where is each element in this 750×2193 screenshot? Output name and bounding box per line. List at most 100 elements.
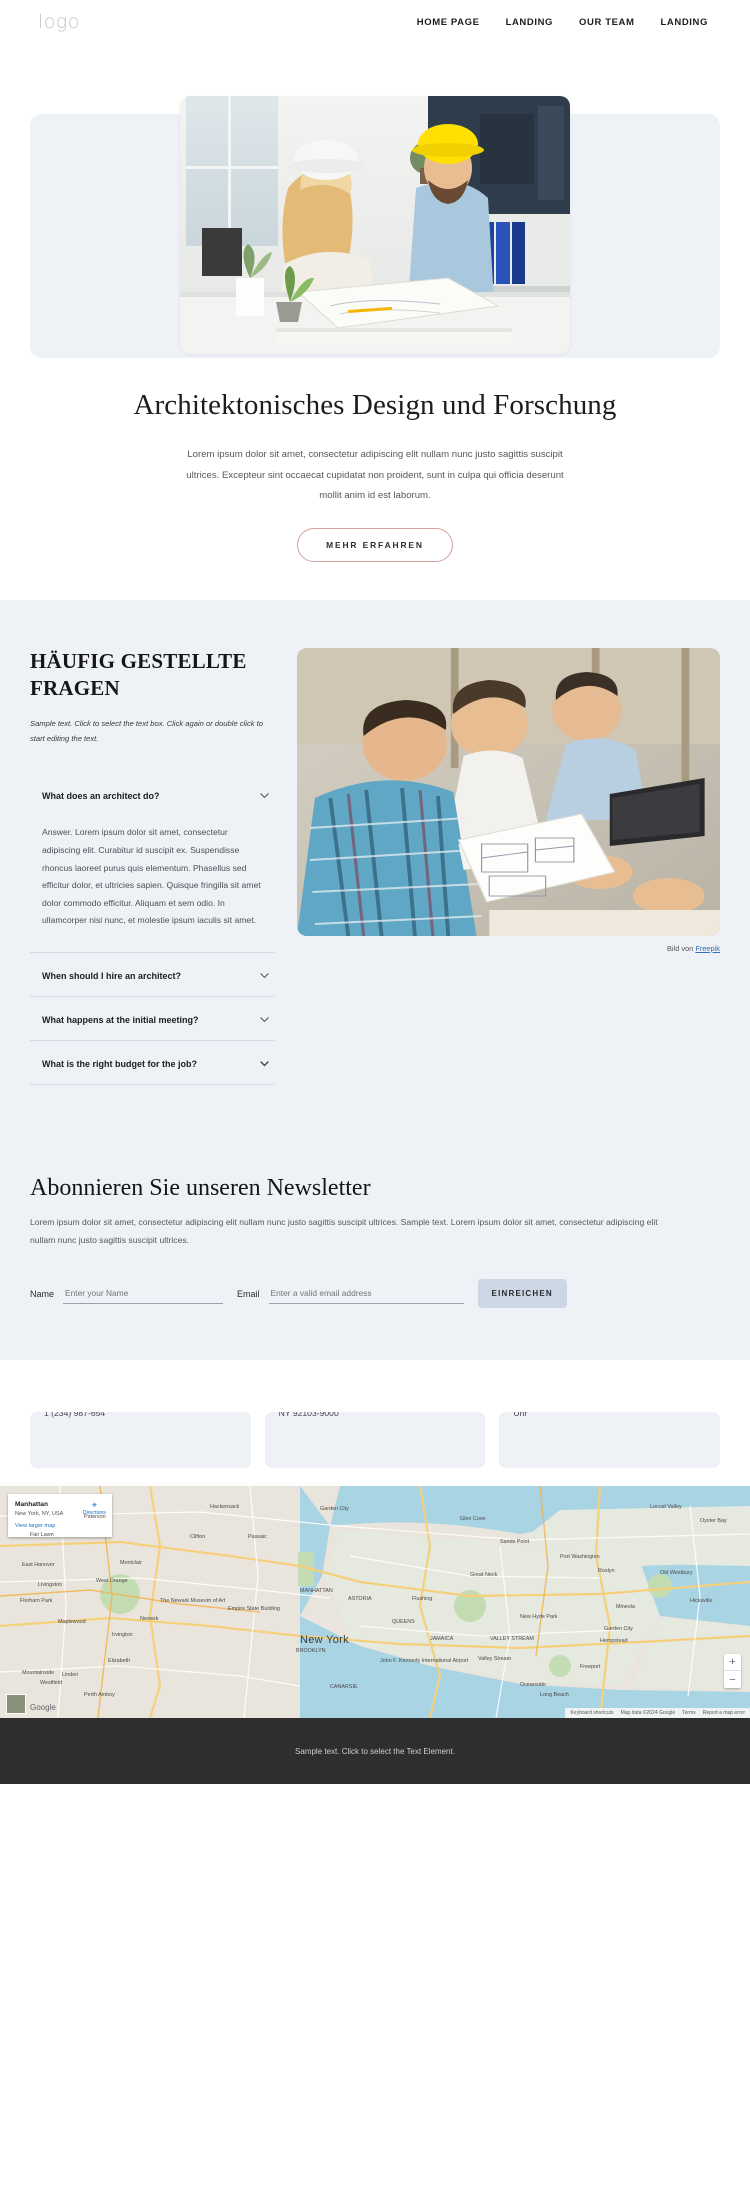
contact-cards: 1 (234) 987-654 NY 92103-9000 Uhr [30, 1412, 721, 1469]
map-label: Clifton [190, 1534, 206, 1541]
map-label: Long Beach [540, 1692, 569, 1699]
newsletter-title: Abonnieren Sie unseren Newsletter [30, 1175, 371, 1202]
hero-image [180, 96, 570, 354]
hero-paragraph: Lorem ipsum dolor sit amet, consectetur … [186, 449, 564, 501]
zoom-out-button[interactable]: − [724, 1671, 741, 1688]
name-field-group: Name [30, 1283, 224, 1305]
map-label: Mountainside [22, 1670, 55, 1677]
contact-card-text: 1 (234) 987-654 [44, 1412, 106, 1419]
map-label: Fair Lawn [30, 1532, 54, 1539]
contact-card-text: Uhr [513, 1412, 528, 1419]
faq-section: HÄUFIG GESTELLTE FRAGEN Sample text. Cli… [0, 599, 750, 1142]
footer-text: Sample text. Click to select the Text El… [295, 1746, 455, 1756]
map-label: Sands Point [500, 1539, 530, 1546]
map-label: The Newark Museum of Art [160, 1598, 226, 1605]
map-report-error-link[interactable]: Report a map error [703, 1710, 745, 1716]
accordion-question: When should I hire an architect? [42, 970, 182, 981]
map-keyboard-shortcuts[interactable]: Keyboard shortcuts [570, 1710, 613, 1716]
chevron-down-icon[interactable] [258, 969, 271, 982]
faq-grid: HÄUFIG GESTELLTE FRAGEN Sample text. Cli… [30, 647, 720, 1086]
site-header: logo HOME PAGE LANDING OUR TEAM LANDING [0, 0, 750, 44]
accordion-header-4[interactable]: What is the right budget for the job? [30, 1041, 275, 1084]
map-embed[interactable]: Manhattan New York, NY, USA View larger … [0, 1486, 750, 1719]
email-field-group: Email [237, 1283, 464, 1305]
contact-card-address[interactable]: NY 92103-9000 [264, 1412, 486, 1469]
main-navigation: HOME PAGE LANDING OUR TEAM LANDING [417, 17, 708, 28]
faq-left-column: HÄUFIG GESTELLTE FRAGEN Sample text. Cli… [30, 648, 275, 1086]
map-label: Oyster Bay [700, 1518, 727, 1525]
map-label: MANHATTAN [300, 1588, 333, 1595]
faq-title: HÄUFIG GESTELLTE FRAGEN [30, 648, 247, 700]
map-label: Empire State Building [228, 1606, 280, 1613]
map-label: Hempstead [600, 1638, 628, 1645]
newsletter-text: Lorem ipsum dolor sit amet, consectetur … [30, 1217, 658, 1245]
map-street-view-thumbnail[interactable] [6, 1694, 26, 1715]
map-zoom-controls[interactable]: + − [724, 1654, 741, 1689]
map-label: New Hyde Park [520, 1614, 558, 1621]
name-input[interactable] [63, 1283, 224, 1305]
map-terms-link[interactable]: Terms [682, 1710, 696, 1716]
map-label: John F. Kennedy International Airport [380, 1658, 469, 1665]
map-label: Livingston [38, 1582, 63, 1589]
email-input[interactable] [268, 1283, 464, 1305]
zoom-in-button[interactable]: + [724, 1654, 741, 1672]
nav-item-landing-1[interactable]: LANDING [506, 17, 553, 28]
image-credit: Bild von Freepik [297, 944, 720, 953]
accordion-item: What is the right budget for the job? [30, 1041, 275, 1086]
image-credit-prefix: Bild von [666, 943, 696, 953]
map-label: Hicksville [690, 1598, 713, 1605]
contact-card-hours[interactable]: Uhr [499, 1412, 721, 1469]
chevron-down-icon[interactable] [258, 1013, 271, 1026]
name-label: Name [30, 1288, 55, 1299]
map-label: Glen Cove [460, 1516, 486, 1523]
view-larger-map-link[interactable]: View larger map [15, 1522, 55, 1530]
map-label: Elizabeth [108, 1658, 131, 1665]
contact-section: 1 (234) 987-654 NY 92103-9000 Uhr [0, 1412, 750, 1487]
landing-page: logo HOME PAGE LANDING OUR TEAM LANDING [0, 0, 750, 1785]
accordion-item: What happens at the initial meeting? [30, 997, 275, 1042]
image-credit-link[interactable]: Freepik [695, 944, 720, 953]
accordion-answer: Answer. Lorem ipsum dolor sit amet, cons… [42, 827, 261, 926]
newsletter-form: Name Email EINREICHEN [30, 1279, 720, 1309]
site-footer: Sample text. Click to select the Text El… [0, 1718, 750, 1785]
map-pin-icon: ⌖ [91, 1500, 97, 1511]
accordion-header-1[interactable]: What does an architect do? [30, 773, 275, 816]
map-label: Valley Stream [478, 1656, 512, 1663]
map-label: Oceanside [520, 1682, 546, 1689]
nav-item-home-page[interactable]: HOME PAGE [417, 17, 480, 28]
map-label: Passaic [248, 1534, 267, 1541]
map-label: Locust Valley [650, 1504, 682, 1511]
nav-item-landing-2[interactable]: LANDING [661, 17, 708, 28]
map-label: Flushing [412, 1596, 433, 1603]
learn-more-button[interactable]: MEHR ERFAHREN [297, 527, 453, 562]
chevron-down-icon[interactable] [258, 1057, 271, 1070]
contact-card-phone[interactable]: 1 (234) 987-654 [30, 1412, 251, 1469]
hero-cta-wrapper: MEHR ERFAHREN [0, 527, 750, 562]
chevron-down-icon[interactable] [258, 789, 271, 802]
map-label: Florham Park [20, 1598, 53, 1605]
map-label: West Orange [96, 1578, 128, 1585]
email-label: Email [237, 1288, 260, 1299]
accordion-header-3[interactable]: What happens at the initial meeting? [30, 997, 275, 1040]
newsletter-section: Abonnieren Sie unseren Newsletter Lorem … [0, 1141, 750, 1361]
submit-button[interactable]: EINREICHEN [477, 1279, 567, 1309]
map-label: Perth Amboy [84, 1692, 115, 1699]
accordion-item: What does an architect do? Answer. Lorem… [30, 773, 275, 954]
site-logo[interactable]: logo [38, 11, 80, 33]
map-label: Montclair [120, 1560, 142, 1567]
faq-right-column: Bild von Freepik [297, 647, 720, 953]
map-label: VALLEY STREAM [490, 1636, 534, 1643]
map-label: JAMAICA [430, 1636, 454, 1643]
faq-accordion: What does an architect do? Answer. Lorem… [30, 773, 275, 1086]
faq-subtitle: Sample text. Click to select the text bo… [30, 718, 263, 744]
map-label: East Hanover [22, 1562, 55, 1569]
map-label: Westfield [40, 1680, 63, 1687]
accordion-header-2[interactable]: When should I hire an architect? [30, 953, 275, 996]
map-label: QUEENS [392, 1619, 415, 1626]
map-label: CANARSIE [330, 1684, 358, 1691]
map-label: ASTORIA [348, 1596, 372, 1603]
hero-section: Architektonisches Design und Forschung L… [0, 96, 750, 600]
contact-card-text: NY 92103-9000 [278, 1412, 339, 1419]
nav-item-our-team[interactable]: OUR TEAM [579, 17, 634, 28]
map-label: Freeport [580, 1664, 601, 1671]
